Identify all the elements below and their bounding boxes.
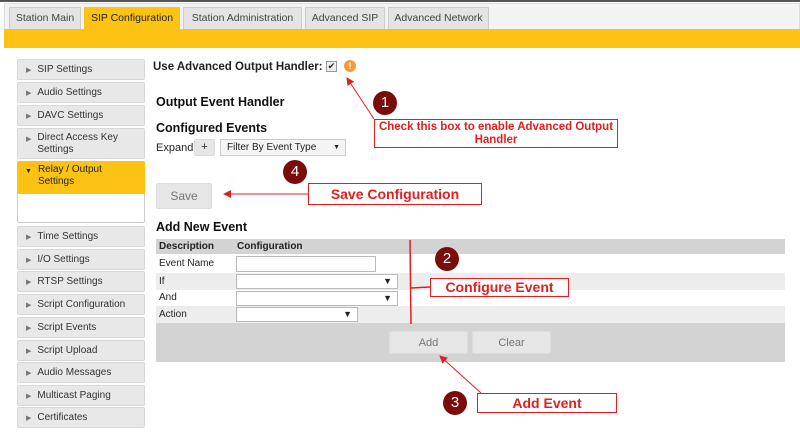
- step-4-callout: Save Configuration: [308, 183, 482, 205]
- step-3-callout: Add Event: [477, 393, 617, 413]
- step-1-marker: 1: [373, 91, 397, 115]
- step-2-callout: Configure Event: [430, 278, 569, 297]
- annotation-lines: [223, 77, 482, 394]
- step-3-marker: 3: [443, 391, 467, 415]
- step-1-callout: Check this box to enable Advanced Output…: [374, 119, 618, 148]
- step-2-marker: 2: [435, 247, 459, 271]
- step-4-marker: 4: [283, 160, 307, 184]
